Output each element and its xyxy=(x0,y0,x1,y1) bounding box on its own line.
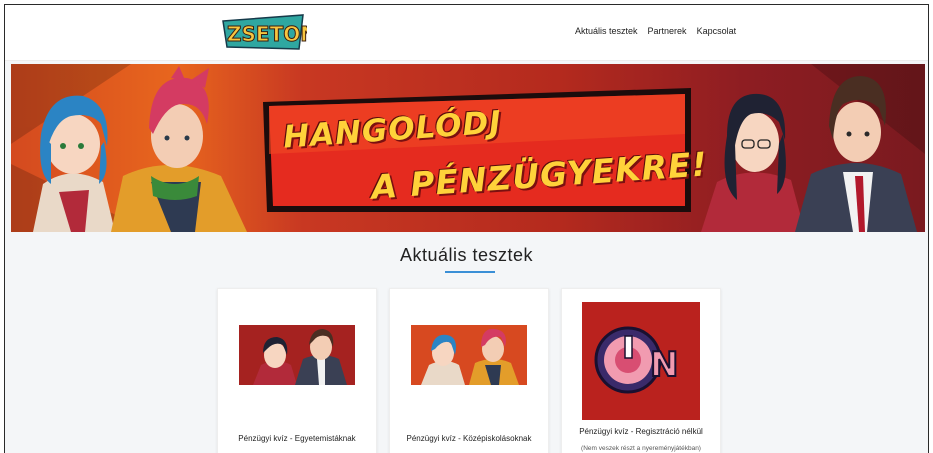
hero-banner: HANGOLÓDJ A PÉNZÜGYEKRE! xyxy=(11,64,925,232)
card-thumbnail xyxy=(239,325,355,385)
card-image-on-badge: N xyxy=(582,302,700,420)
headline-line-1: HANGOLÓDJ xyxy=(282,104,503,156)
nav-aktualis-tesztek[interactable]: Aktuális tesztek xyxy=(575,26,638,36)
card-sublabel: (Nem veszek részt a nyereményjátékban) xyxy=(581,445,701,452)
quiz-card-kozepiskolasok[interactable]: Pénzügyi kvíz - Középiskolásoknak xyxy=(389,288,549,453)
logo-text: ZSETON xyxy=(227,22,307,46)
character-glasses-girl xyxy=(701,93,805,232)
quiz-card-egyetemistak[interactable]: Pénzügyi kvíz - Egyetemistáknak xyxy=(217,288,377,453)
character-pink-hair xyxy=(111,66,247,232)
card-label[interactable]: Pénzügyi kvíz - Regisztráció nélkül xyxy=(562,427,720,436)
nav-kapcsolat[interactable]: Kapcsolat xyxy=(697,26,737,36)
site-header: ZSETON Aktuális tesztek Partnerek Kapcso… xyxy=(5,5,928,61)
card-image-highschool xyxy=(411,325,527,385)
section-title: Aktuális tesztek xyxy=(399,245,534,265)
headline: HANGOLÓDJ A PÉNZÜGYEKRE! xyxy=(263,94,709,212)
card-label[interactable]: Pénzügyi kvíz - Egyetemistáknak xyxy=(218,434,376,443)
main-nav: Aktuális tesztek Partnerek Kapcsolat xyxy=(575,26,736,36)
card-label[interactable]: Pénzügyi kvíz - Középiskolásoknak xyxy=(390,434,548,443)
browser-frame: ZSETON Aktuális tesztek Partnerek Kapcso… xyxy=(4,4,929,453)
zseton-logo[interactable]: ZSETON xyxy=(219,11,307,53)
quiz-card-regisztracio-nelkul[interactable]: N Pénzügyi kvíz - Regisztráció nélkül (N… xyxy=(561,288,721,453)
badge-letter-n: N xyxy=(650,345,678,385)
title-underline xyxy=(445,271,495,273)
card-thumbnail xyxy=(411,325,527,385)
nav-partnerek[interactable]: Partnerek xyxy=(648,26,687,36)
card-image-university xyxy=(239,325,355,385)
headline-line-2: A PÉNZÜGYEKRE! xyxy=(370,144,709,207)
card-thumbnail: N xyxy=(582,302,700,420)
